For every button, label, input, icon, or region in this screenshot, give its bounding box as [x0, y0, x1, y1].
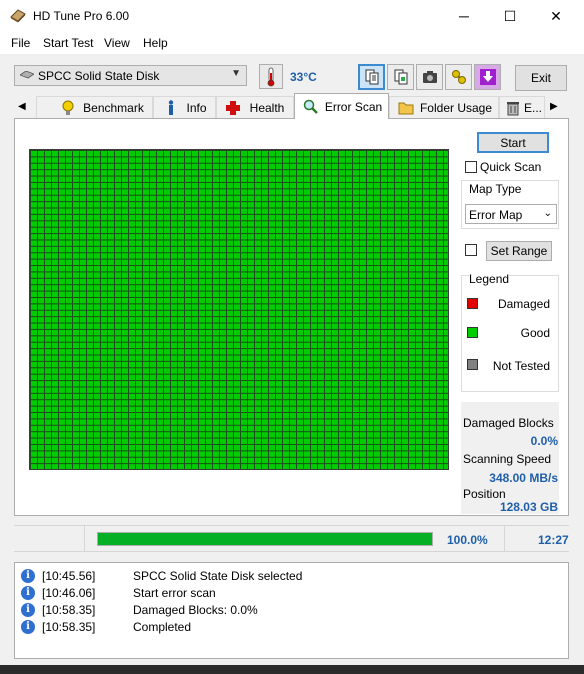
- position-label: Position: [463, 487, 506, 501]
- magnifier-icon: [303, 99, 318, 114]
- scan-progress-fill: [98, 533, 432, 545]
- log-time: [10:46.06]: [42, 585, 96, 600]
- tab-benchmark[interactable]: Benchmark: [36, 96, 153, 118]
- copy-image-button[interactable]: [387, 64, 414, 90]
- menu-start-test[interactable]: Start Test: [43, 36, 93, 50]
- legend-good-label: Good: [520, 326, 550, 340]
- tab-scroll-right-icon[interactable]: ▶: [550, 101, 558, 112]
- progress-percent: 100.0%: [447, 533, 488, 547]
- tab-label: Info: [186, 100, 207, 115]
- tab-folder-usage[interactable]: Folder Usage: [389, 96, 499, 118]
- damaged-blocks-label: Damaged Blocks: [463, 416, 554, 430]
- start-button[interactable]: Start: [477, 132, 549, 153]
- legend-not-tested-label: Not Tested: [492, 359, 550, 373]
- save-button[interactable]: [474, 64, 501, 90]
- tab-info[interactable]: Info: [153, 96, 216, 118]
- download-arrow-icon: [479, 69, 496, 85]
- log-message: Damaged Blocks: 0.0%: [133, 602, 258, 617]
- menu-help[interactable]: Help: [143, 36, 168, 50]
- copy-text-button[interactable]: [358, 64, 385, 90]
- log-message: Completed: [133, 619, 192, 634]
- tab-label: Health: [249, 100, 285, 115]
- copy-text-icon: [365, 69, 378, 85]
- info-circle-icon: i: [21, 602, 35, 617]
- quick-scan-checkbox[interactable]: [465, 161, 477, 173]
- tab-label: E...: [524, 100, 543, 115]
- position-value: 128.03 GB: [499, 500, 558, 514]
- tab-health[interactable]: Health: [216, 96, 294, 118]
- close-button[interactable]: ✕: [533, 0, 579, 32]
- progress-divider: [504, 525, 505, 551]
- options-button[interactable]: [445, 64, 472, 90]
- legend-good-swatch: [467, 327, 478, 338]
- set-range-checkbox[interactable]: [465, 244, 477, 256]
- tab-erase[interactable]: E...: [499, 96, 545, 118]
- exit-button[interactable]: Exit: [515, 65, 567, 91]
- window-title: HD Tune Pro 6.00: [33, 9, 130, 23]
- camera-icon: [422, 71, 437, 83]
- legend-damaged-label: Damaged: [497, 297, 550, 311]
- log-time: [10:45.56]: [42, 568, 96, 583]
- chevron-down-icon: ⌄: [543, 208, 552, 219]
- drive-select[interactable]: SPCC Solid State Disk ▼: [14, 65, 247, 86]
- chevron-down-icon: ▼: [231, 68, 241, 79]
- tab-label: Folder Usage: [419, 100, 493, 115]
- info-circle-icon: i: [21, 568, 35, 583]
- log-entry: i [10:58.35] Damaged Blocks: 0.0%: [21, 601, 258, 618]
- trash-icon: [507, 101, 519, 115]
- tab-label: Benchmark: [83, 100, 144, 115]
- map-type-title: Map Type: [469, 182, 522, 196]
- bulb-icon: [62, 100, 74, 115]
- temperature-value: 33°C: [290, 70, 317, 84]
- log-entry: i [10:46.06] Start error scan: [21, 584, 216, 601]
- tab-error-scan[interactable]: Error Scan: [294, 93, 389, 119]
- tab-label: Error Scan: [324, 99, 383, 114]
- log-entry: i [10:45.56] SPCC Solid State Disk selec…: [21, 567, 302, 584]
- drive-icon: [20, 71, 34, 79]
- tab-scroll-left-icon[interactable]: ◀: [18, 101, 26, 112]
- menu-view[interactable]: View: [104, 36, 130, 50]
- folder-icon: [398, 102, 414, 114]
- log-time: [10:58.35]: [42, 602, 96, 617]
- copy-image-icon: [394, 69, 407, 85]
- map-type-value: Error Map: [469, 208, 523, 222]
- temperature-button[interactable]: [259, 64, 283, 89]
- set-range-button[interactable]: Set Range: [486, 241, 552, 261]
- menu-file[interactable]: File: [11, 36, 30, 50]
- legend-title: Legend: [469, 272, 510, 286]
- minimize-button[interactable]: ─: [441, 0, 487, 32]
- app-hdd-icon: [10, 9, 26, 23]
- log-time: [10:58.35]: [42, 619, 96, 634]
- legend-damaged-swatch: [467, 298, 478, 309]
- info-circle-icon: i: [21, 585, 35, 600]
- scanning-speed-value: 348.00 MB/s: [489, 471, 558, 485]
- maximize-button[interactable]: ☐: [487, 0, 533, 32]
- map-type-select[interactable]: Error Map ⌄: [465, 204, 557, 224]
- desktop-background-strip: [0, 665, 584, 674]
- info-circle-icon: i: [21, 619, 35, 634]
- legend-not-tested-swatch: [467, 359, 478, 370]
- scan-progress-bar: [97, 532, 433, 546]
- options-icon: [451, 70, 466, 84]
- log-list[interactable]: i [10:45.56] SPCC Solid State Disk selec…: [14, 562, 569, 659]
- progress-divider: [84, 525, 85, 551]
- thermometer-icon: [267, 67, 275, 87]
- error-map-grid: [29, 149, 449, 470]
- health-cross-icon: [226, 100, 240, 115]
- damaged-blocks-value: 0.0%: [530, 434, 558, 448]
- info-icon: [168, 99, 174, 115]
- log-entry: i [10:58.35] Completed: [21, 618, 191, 635]
- log-message: SPCC Solid State Disk selected: [133, 568, 303, 583]
- drive-label: SPCC Solid State Disk: [38, 69, 160, 83]
- log-message: Start error scan: [133, 585, 216, 600]
- elapsed-time: 12:27: [538, 533, 569, 547]
- screenshot-button[interactable]: [416, 64, 443, 90]
- scanning-speed-label: Scanning Speed: [463, 452, 552, 466]
- quick-scan-label[interactable]: Quick Scan: [480, 160, 541, 174]
